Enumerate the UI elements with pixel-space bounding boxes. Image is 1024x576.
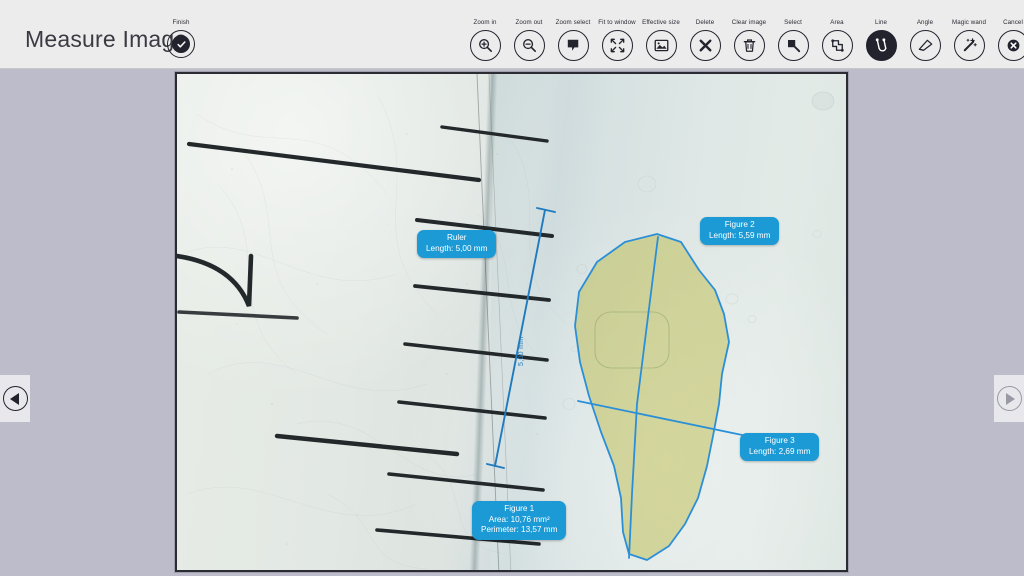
app-header: Measure Image Finish Zoom in Zoom out Zoom…	[0, 0, 1024, 69]
check-circle-icon	[172, 35, 190, 53]
tool-button-magic-wand[interactable]	[953, 30, 985, 61]
x-cross-icon	[696, 36, 715, 55]
page-title: Measure Image	[25, 26, 188, 52]
ruler-label-title: Ruler	[446, 233, 467, 242]
tool-button-zoom-select[interactable]	[557, 30, 589, 61]
fit-arrows-icon	[608, 36, 627, 55]
triangle-right-icon	[996, 386, 1022, 411]
trash-icon	[740, 36, 759, 55]
figure3-label-title: Figure 3	[764, 436, 795, 445]
finish-button-label: Finish	[172, 19, 190, 26]
tool-button-fit-to-window[interactable]	[601, 30, 633, 61]
magnifier-minus-icon	[520, 36, 539, 55]
tool-button-effective-size[interactable]	[645, 30, 677, 61]
tool-button-zoom-in[interactable]	[469, 30, 501, 61]
ruler-label-value: Length: 5,00 mm	[426, 243, 488, 253]
tool-label-cancel: Cancel	[1003, 19, 1023, 26]
figure2-label[interactable]: Figure 2 Length: 5,59 mm	[700, 217, 780, 245]
angle-icon	[916, 36, 935, 55]
figure3-label[interactable]: Figure 3 Length: 2,69 mm	[740, 433, 820, 461]
figure2-label-title: Figure 2	[724, 220, 755, 229]
triangle-left-icon	[2, 386, 28, 411]
figure1-label-perimeter: Perimeter: 13,57 mm	[481, 525, 558, 534]
tool-button-clear-image[interactable]	[733, 30, 765, 61]
tool-button-area[interactable]	[821, 30, 853, 61]
tool-button-zoom-out[interactable]	[513, 30, 545, 61]
polygon-area-icon	[828, 36, 847, 55]
finish-button[interactable]	[167, 30, 195, 58]
ruler-end-cap-top	[536, 207, 556, 213]
cancel-circle-icon	[1004, 36, 1023, 55]
figure2-label-value: Length: 5,59 mm	[709, 230, 771, 240]
tool-button-line[interactable]	[865, 30, 897, 61]
figure3-label-value: Length: 2,69 mm	[749, 446, 811, 456]
tool-button-select[interactable]	[777, 30, 809, 61]
next-image-button[interactable]	[994, 375, 1024, 422]
image-canvas-area: 5,00 mm Ruler Length: 5,00 mm Figure 2 L…	[0, 69, 1024, 576]
magic-wand-icon	[960, 36, 979, 55]
figure1-label[interactable]: Figure 1 Area: 10,76 mm² Perimeter: 13,5…	[472, 501, 567, 540]
picture-icon	[652, 36, 671, 55]
previous-image-button[interactable]	[0, 375, 30, 422]
magnifier-plus-icon	[476, 36, 495, 55]
figure1-label-title: Figure 1	[504, 504, 535, 513]
figure1-label-area: Area: 10,76 mm²	[488, 514, 550, 524]
ruler-inline-length: 5,00 mm	[518, 336, 525, 366]
tool-button-angle[interactable]	[909, 30, 941, 61]
measurement-overlay[interactable]	[177, 74, 848, 572]
magnifier-marquee-icon	[564, 36, 583, 55]
measure-image-app: Measure Image Finish Zoom in Zoom out Zoom…	[0, 0, 1024, 576]
measured-image-frame[interactable]: 5,00 mm Ruler Length: 5,00 mm Figure 2 L…	[175, 72, 848, 572]
cursor-select-icon	[784, 36, 803, 55]
tool-button-delete[interactable]	[689, 30, 721, 61]
ruler-label[interactable]: Ruler Length: 5,00 mm	[417, 230, 497, 258]
tool-button-cancel[interactable]	[997, 30, 1024, 61]
polyline-icon	[872, 36, 891, 55]
